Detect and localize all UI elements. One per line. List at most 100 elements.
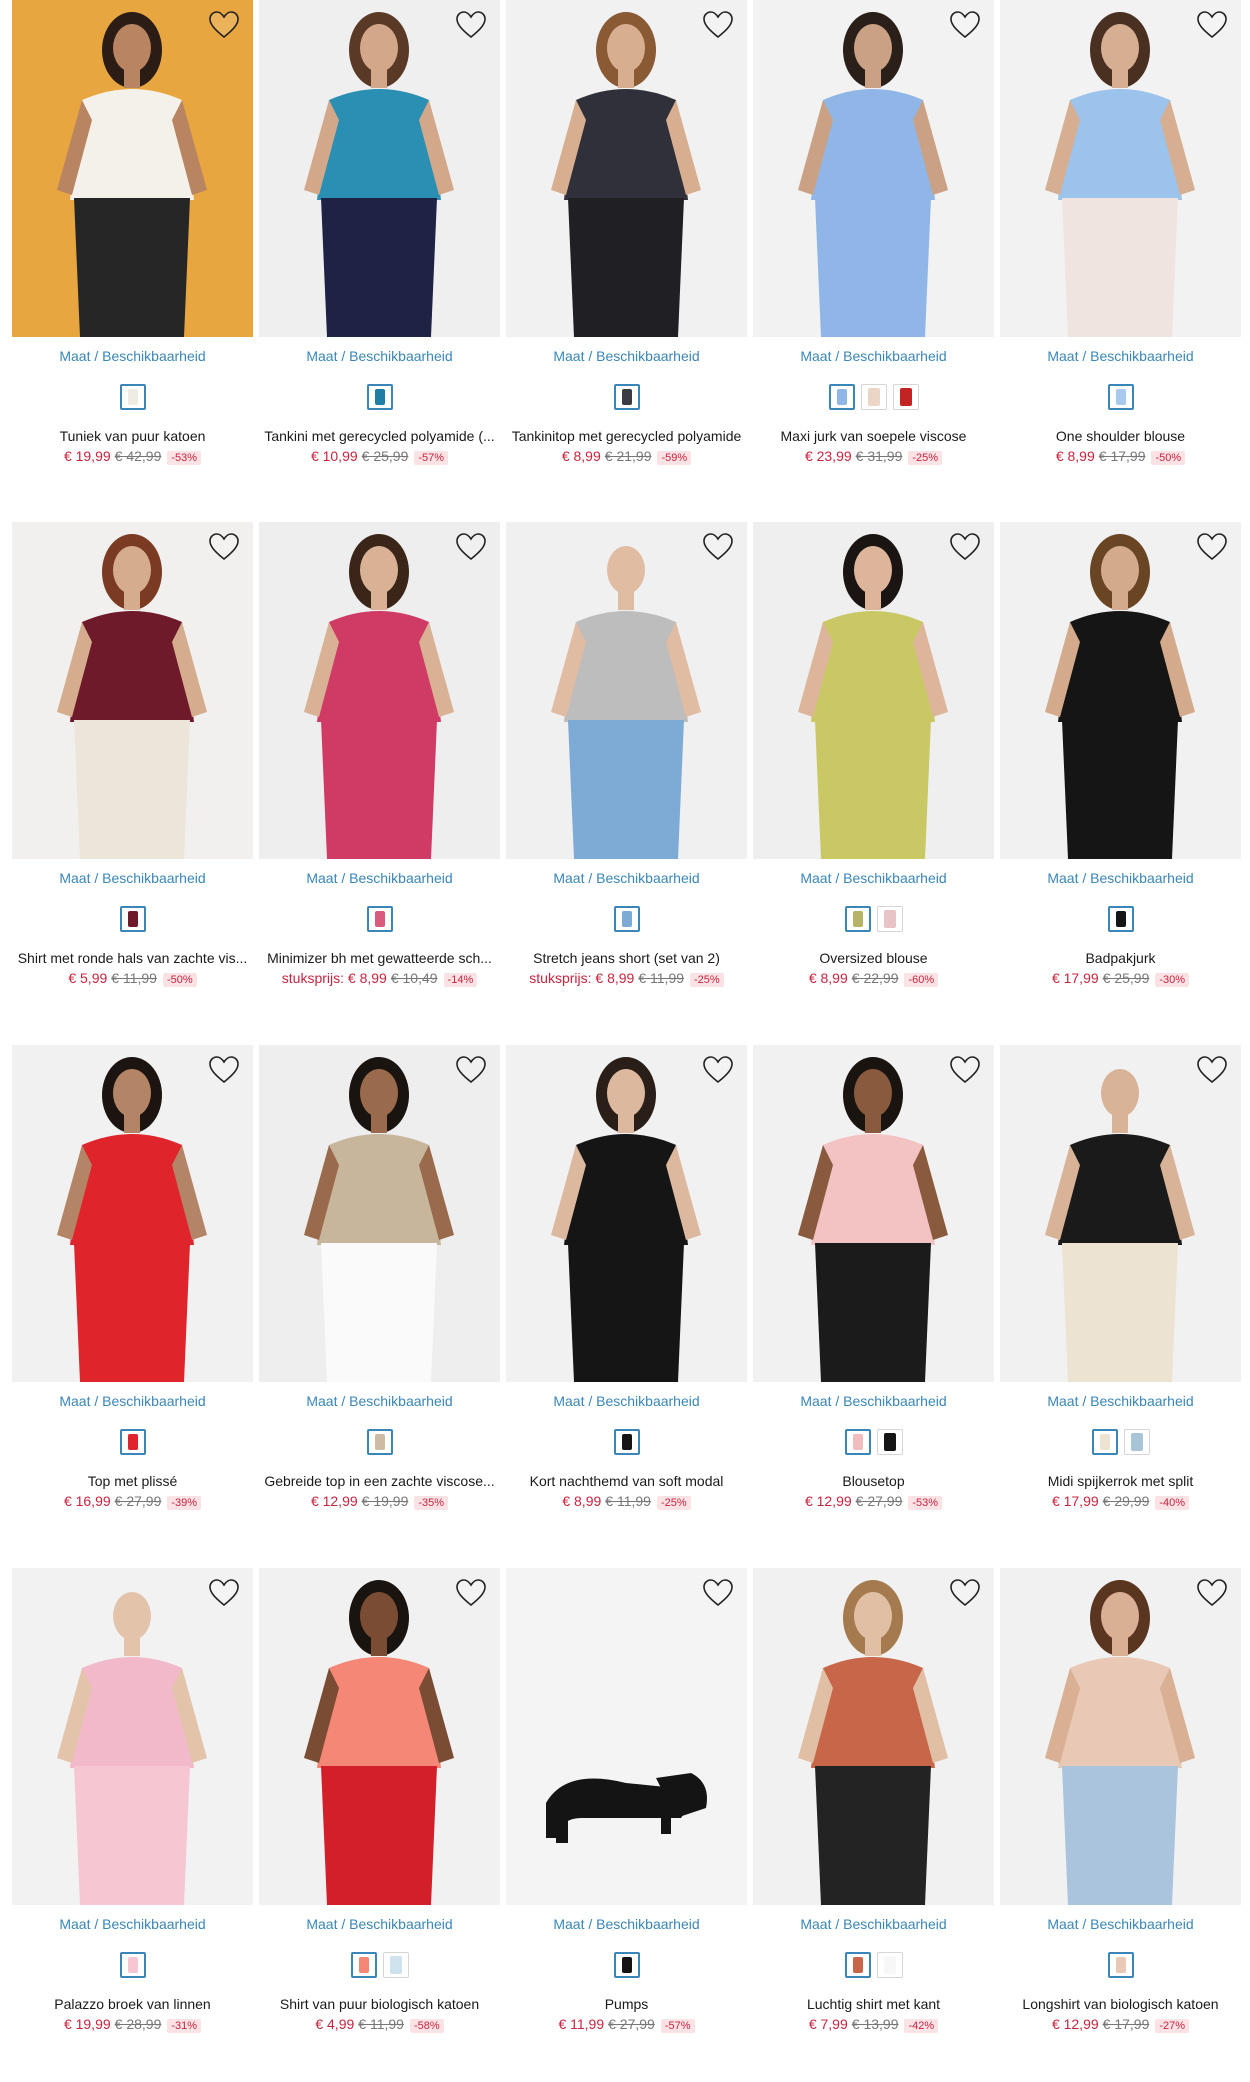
- size-availability-link[interactable]: Maat / Beschikbaarheid: [59, 1393, 205, 1409]
- product-image[interactable]: [259, 522, 500, 859]
- product-title[interactable]: Luchtig shirt met kant: [753, 1996, 994, 2012]
- color-swatch[interactable]: [119, 384, 146, 410]
- size-availability-link[interactable]: Maat / Beschikbaarheid: [800, 1393, 946, 1409]
- wishlist-heart-icon[interactable]: [702, 1578, 734, 1608]
- product-title[interactable]: Badpakjurk: [1000, 950, 1241, 966]
- product-title[interactable]: One shoulder blouse: [1000, 428, 1241, 444]
- color-swatch[interactable]: [828, 384, 855, 410]
- product-title[interactable]: Longshirt van biologisch katoen: [1000, 1996, 1241, 2012]
- color-swatch[interactable]: [1107, 1952, 1134, 1978]
- wishlist-heart-icon[interactable]: [702, 1055, 734, 1085]
- size-availability-link[interactable]: Maat / Beschikbaarheid: [306, 1393, 452, 1409]
- size-availability-link[interactable]: Maat / Beschikbaarheid: [1047, 870, 1193, 886]
- product-image[interactable]: [259, 1568, 500, 1905]
- wishlist-heart-icon[interactable]: [455, 532, 487, 562]
- color-swatch[interactable]: [366, 384, 393, 410]
- color-swatch[interactable]: [1091, 1429, 1118, 1455]
- product-image[interactable]: [506, 1045, 747, 1382]
- product-title[interactable]: Palazzo broek van linnen: [12, 1996, 253, 2012]
- size-availability-link[interactable]: Maat / Beschikbaarheid: [59, 348, 205, 364]
- product-title[interactable]: Shirt met ronde hals van zachte vis...: [12, 950, 253, 966]
- product-image[interactable]: [259, 1045, 500, 1382]
- color-swatch[interactable]: [119, 1429, 146, 1455]
- product-title[interactable]: Tuniek van puur katoen: [12, 428, 253, 444]
- wishlist-heart-icon[interactable]: [208, 1055, 240, 1085]
- wishlist-heart-icon[interactable]: [208, 1578, 240, 1608]
- product-image[interactable]: [1000, 522, 1241, 859]
- product-image[interactable]: [506, 0, 747, 337]
- color-swatch[interactable]: [366, 1429, 393, 1455]
- product-title[interactable]: Shirt van puur biologisch katoen: [259, 1996, 500, 2012]
- product-title[interactable]: Tankini met gerecycled polyamide (...: [259, 428, 500, 444]
- color-swatch[interactable]: [350, 1952, 377, 1978]
- size-availability-link[interactable]: Maat / Beschikbaarheid: [59, 1916, 205, 1932]
- product-title[interactable]: Midi spijkerrok met split: [1000, 1473, 1241, 1489]
- wishlist-heart-icon[interactable]: [1196, 1578, 1228, 1608]
- product-image[interactable]: [506, 522, 747, 859]
- size-availability-link[interactable]: Maat / Beschikbaarheid: [59, 870, 205, 886]
- color-swatch[interactable]: [613, 1952, 640, 1978]
- product-title[interactable]: Kort nachthemd van soft modal: [506, 1473, 747, 1489]
- wishlist-heart-icon[interactable]: [949, 10, 981, 40]
- color-swatch[interactable]: [844, 1429, 871, 1455]
- wishlist-heart-icon[interactable]: [455, 1055, 487, 1085]
- size-availability-link[interactable]: Maat / Beschikbaarheid: [306, 348, 452, 364]
- product-title[interactable]: Minimizer bh met gewatteerde sch...: [259, 950, 500, 966]
- product-image[interactable]: [506, 1568, 747, 1905]
- product-title[interactable]: Oversized blouse: [753, 950, 994, 966]
- size-availability-link[interactable]: Maat / Beschikbaarheid: [553, 870, 699, 886]
- size-availability-link[interactable]: Maat / Beschikbaarheid: [800, 870, 946, 886]
- color-swatch[interactable]: [876, 1952, 903, 1978]
- product-image[interactable]: [753, 0, 994, 337]
- color-swatch[interactable]: [613, 1429, 640, 1455]
- color-swatch[interactable]: [892, 384, 919, 410]
- size-availability-link[interactable]: Maat / Beschikbaarheid: [1047, 1916, 1193, 1932]
- wishlist-heart-icon[interactable]: [949, 1578, 981, 1608]
- wishlist-heart-icon[interactable]: [702, 532, 734, 562]
- size-availability-link[interactable]: Maat / Beschikbaarheid: [306, 870, 452, 886]
- color-swatch[interactable]: [119, 906, 146, 932]
- size-availability-link[interactable]: Maat / Beschikbaarheid: [800, 348, 946, 364]
- product-image[interactable]: [12, 0, 253, 337]
- product-title[interactable]: Pumps: [506, 1996, 747, 2012]
- color-swatch[interactable]: [844, 906, 871, 932]
- size-availability-link[interactable]: Maat / Beschikbaarheid: [553, 1916, 699, 1932]
- wishlist-heart-icon[interactable]: [949, 532, 981, 562]
- wishlist-heart-icon[interactable]: [455, 10, 487, 40]
- color-swatch[interactable]: [613, 906, 640, 932]
- color-swatch[interactable]: [366, 906, 393, 932]
- size-availability-link[interactable]: Maat / Beschikbaarheid: [1047, 1393, 1193, 1409]
- product-image[interactable]: [753, 1568, 994, 1905]
- product-image[interactable]: [1000, 1568, 1241, 1905]
- product-title[interactable]: Stretch jeans short (set van 2): [506, 950, 747, 966]
- product-image[interactable]: [12, 522, 253, 859]
- product-image[interactable]: [1000, 1045, 1241, 1382]
- size-availability-link[interactable]: Maat / Beschikbaarheid: [553, 1393, 699, 1409]
- product-title[interactable]: Top met plissé: [12, 1473, 253, 1489]
- wishlist-heart-icon[interactable]: [1196, 1055, 1228, 1085]
- product-image[interactable]: [753, 522, 994, 859]
- product-title[interactable]: Tankinitop met gerecycled polyamide: [506, 428, 747, 444]
- size-availability-link[interactable]: Maat / Beschikbaarheid: [800, 1916, 946, 1932]
- product-title[interactable]: Blousetop: [753, 1473, 994, 1489]
- color-swatch[interactable]: [1107, 384, 1134, 410]
- color-swatch[interactable]: [876, 906, 903, 932]
- color-swatch[interactable]: [382, 1952, 409, 1978]
- size-availability-link[interactable]: Maat / Beschikbaarheid: [1047, 348, 1193, 364]
- wishlist-heart-icon[interactable]: [949, 1055, 981, 1085]
- wishlist-heart-icon[interactable]: [1196, 532, 1228, 562]
- wishlist-heart-icon[interactable]: [702, 10, 734, 40]
- color-swatch[interactable]: [860, 384, 887, 410]
- wishlist-heart-icon[interactable]: [1196, 10, 1228, 40]
- color-swatch[interactable]: [876, 1429, 903, 1455]
- product-image[interactable]: [12, 1568, 253, 1905]
- product-image[interactable]: [259, 0, 500, 337]
- product-title[interactable]: Gebreide top in een zachte viscose...: [259, 1473, 500, 1489]
- color-swatch[interactable]: [613, 384, 640, 410]
- color-swatch[interactable]: [844, 1952, 871, 1978]
- color-swatch[interactable]: [1107, 906, 1134, 932]
- size-availability-link[interactable]: Maat / Beschikbaarheid: [553, 348, 699, 364]
- product-title[interactable]: Maxi jurk van soepele viscose: [753, 428, 994, 444]
- product-image[interactable]: [12, 1045, 253, 1382]
- color-swatch[interactable]: [119, 1952, 146, 1978]
